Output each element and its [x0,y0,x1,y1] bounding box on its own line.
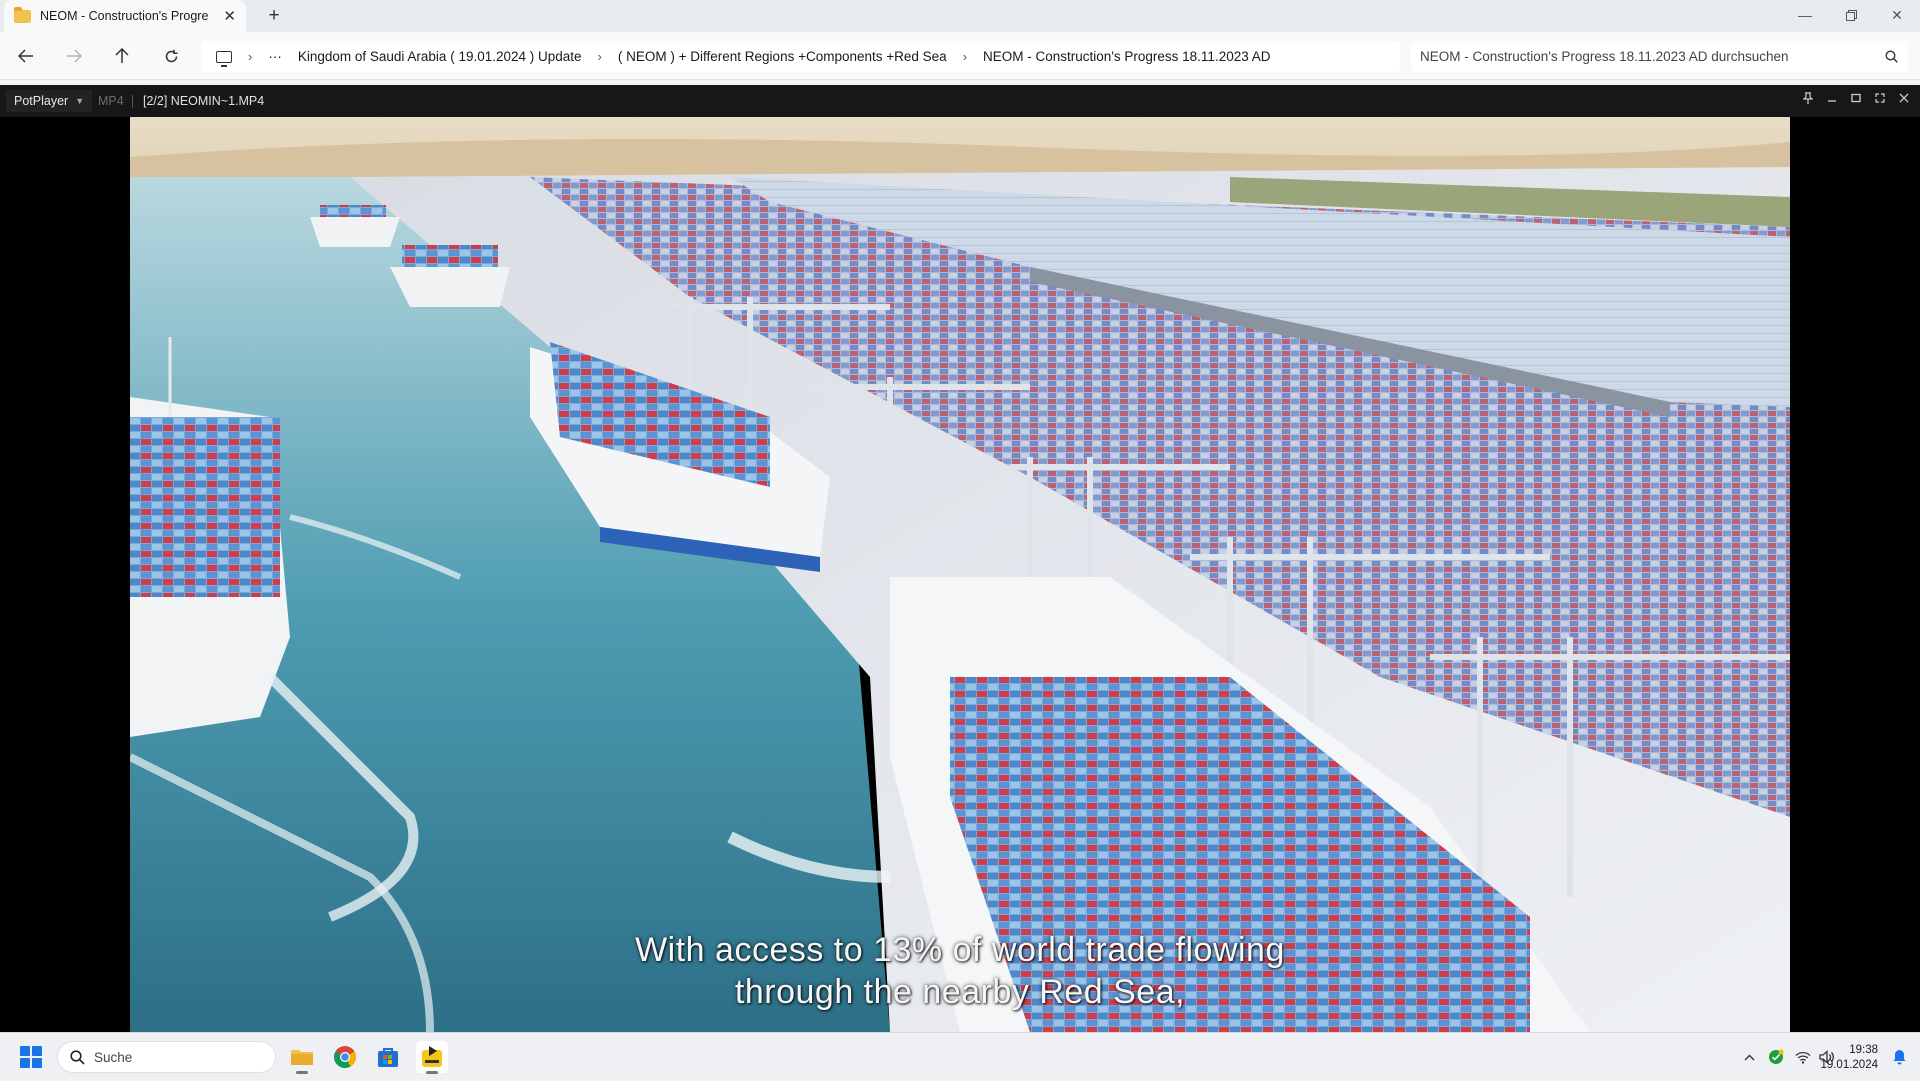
restore-icon[interactable] [1828,0,1874,30]
video-frame[interactable]: With access to 13% of world trade flowin… [130,117,1790,1032]
wifi-icon[interactable] [1794,1047,1812,1067]
address-bar[interactable]: › ··· Kingdom of Saudi Arabia ( 19.01.20… [202,41,1400,72]
explorer-nav-bar: › ··· Kingdom of Saudi Arabia ( 19.01.20… [0,32,1920,80]
subtitle-line-2: through the nearby Red Sea, [734,973,1186,1011]
port-render-image [130,117,1790,1032]
this-pc-icon[interactable] [216,50,232,67]
potplayer-menu-button[interactable]: PotPlayer ▼ [6,90,93,112]
forward-arrow-icon[interactable] [60,44,88,68]
security-shield-icon[interactable] [1767,1047,1785,1067]
player-maximize-icon[interactable] [1844,92,1868,107]
player-close-icon[interactable] [1892,92,1916,107]
breadcrumb-chevron-icon[interactable]: › [955,49,975,64]
explorer-tab[interactable]: NEOM - Construction's Progre ✕ [4,0,246,32]
potplayer-title-bar: PotPlayer ▼ MP4 [2/2] NEOMIN~1.MP4 [0,85,1920,117]
window-controls: — ✕ [1782,0,1920,30]
breadcrumb-overflow[interactable]: ··· [260,49,290,64]
file-format-label: MP4 [98,94,124,108]
player-minimize-icon[interactable] [1820,92,1844,107]
explorer-tab-strip: NEOM - Construction's Progre ✕ + — ✕ [0,0,1920,32]
potplayer-brand-label: PotPlayer [14,94,69,108]
minimize-icon[interactable]: — [1782,0,1828,30]
refresh-icon[interactable] [157,44,185,68]
player-window-controls [1796,92,1916,107]
breadcrumb-chevron-icon[interactable]: › [240,49,260,64]
back-arrow-icon[interactable] [12,44,40,68]
file-name-label: [2/2] NEOMIN~1.MP4 [143,94,265,108]
tab-close-icon[interactable]: ✕ [223,7,236,25]
windows-start-icon[interactable] [20,1046,42,1068]
breadcrumb-item-neom-regions[interactable]: ( NEOM ) + Different Regions +Components… [610,49,955,64]
notification-bell-icon[interactable] [1890,1047,1908,1067]
breadcrumb-chevron-icon[interactable]: › [590,49,610,64]
clock-time: 19:38 [1849,1044,1878,1056]
clock-date: 19.01.2024 [1820,1059,1878,1071]
search-field[interactable]: NEOM - Construction's Progress 18.11.202… [1411,41,1908,72]
close-window-icon[interactable]: ✕ [1874,0,1920,30]
chevron-up-icon[interactable] [1741,1047,1757,1067]
chrome-icon[interactable] [329,1041,361,1073]
video-area[interactable]: With access to 13% of world trade flowin… [0,117,1920,1032]
file-explorer-icon[interactable] [286,1041,318,1074]
title-divider [132,95,133,108]
taskbar-clock[interactable]: 19:38 19.01.2024 [1820,1043,1878,1073]
up-arrow-icon[interactable] [108,44,136,68]
breadcrumb-item-kingdom[interactable]: Kingdom of Saudi Arabia ( 19.01.2024 ) U… [290,49,590,64]
taskbar-search-box[interactable]: Suche [57,1041,276,1073]
subtitle-line-1: With access to 13% of world trade flowin… [635,931,1285,969]
breadcrumb-item-construction-progress[interactable]: NEOM - Construction's Progress 18.11.202… [975,49,1278,64]
microsoft-store-icon[interactable] [372,1041,404,1073]
potplayer-icon[interactable] [416,1041,448,1074]
pin-icon[interactable] [1796,92,1820,107]
player-fullscreen-icon[interactable] [1868,92,1892,107]
tab-title: NEOM - Construction's Progre [40,9,209,23]
new-tab-button[interactable]: + [262,5,286,27]
taskbar: Suche 19:38 19.01.2024 [0,1032,1920,1080]
folder-icon [14,6,31,23]
search-icon[interactable] [1885,50,1898,63]
taskbar-search-label: Suche [94,1049,133,1065]
search-placeholder: NEOM - Construction's Progress 18.11.202… [1420,49,1789,64]
search-icon [70,1049,85,1065]
chevron-down-icon: ▼ [75,96,85,106]
